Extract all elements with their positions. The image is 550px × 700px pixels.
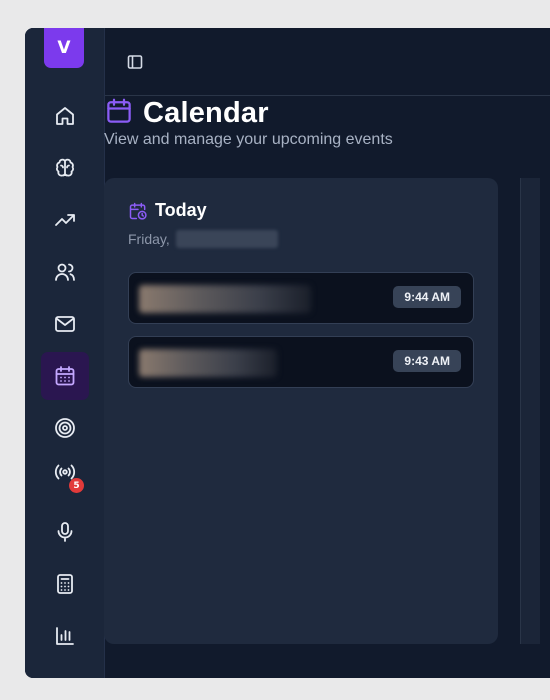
event-time: 9:43 AM [393,350,461,372]
target-icon [55,418,75,438]
redacted-event-title [139,349,277,377]
redacted-event-title [139,285,311,313]
next-panel-edge [520,178,540,644]
mic-icon [57,522,73,542]
users-icon [55,263,75,281]
sidebar-item-microphone[interactable] [41,508,89,556]
sidebar-toggle-button[interactable] [125,52,145,72]
page-subtitle: View and manage your upcoming events [104,131,393,148]
redacted-date [175,230,278,248]
calendar-clock-icon [129,202,147,220]
app-logo[interactable]: V [44,28,84,68]
sidebar-item-broadcast[interactable]: 5 [41,448,89,496]
sidebar-item-home[interactable] [41,92,89,140]
panel-left-icon [127,55,143,69]
today-card: Today Friday, 9:44 AM 9:43 AM [104,178,498,644]
today-date-prefix: Friday, [128,231,170,247]
top-bar [105,28,550,96]
today-header: Today [128,200,207,221]
calendar-icon [104,96,134,130]
sidebar-item-trending[interactable] [41,196,89,244]
calendar-icon [55,366,75,386]
sidebar-item-calculator[interactable] [41,560,89,608]
calculator-icon [57,574,73,594]
bar-chart-icon [56,627,74,645]
event-item[interactable]: 9:44 AM [128,272,474,324]
notification-badge: 5 [69,478,84,493]
sidebar-item-analytics[interactable] [41,612,89,660]
page-header: Calendar [104,96,269,130]
today-date: Friday, [128,230,278,248]
page-title: Calendar [143,96,269,129]
sidebar-item-brain[interactable] [41,144,89,192]
mail-icon [55,316,75,332]
sidebar-item-users[interactable] [41,248,89,296]
sidebar-item-mail[interactable] [41,300,89,348]
home-icon [56,107,74,125]
today-label: Today [155,200,207,220]
trending-up-icon [55,214,75,226]
brain-icon [56,158,74,177]
sidebar-item-target[interactable] [41,404,89,452]
sidebar-item-calendar[interactable] [41,352,89,400]
event-time: 9:44 AM [393,286,461,308]
event-item[interactable]: 9:43 AM [128,336,474,388]
sidebar: V 5 [25,28,105,678]
